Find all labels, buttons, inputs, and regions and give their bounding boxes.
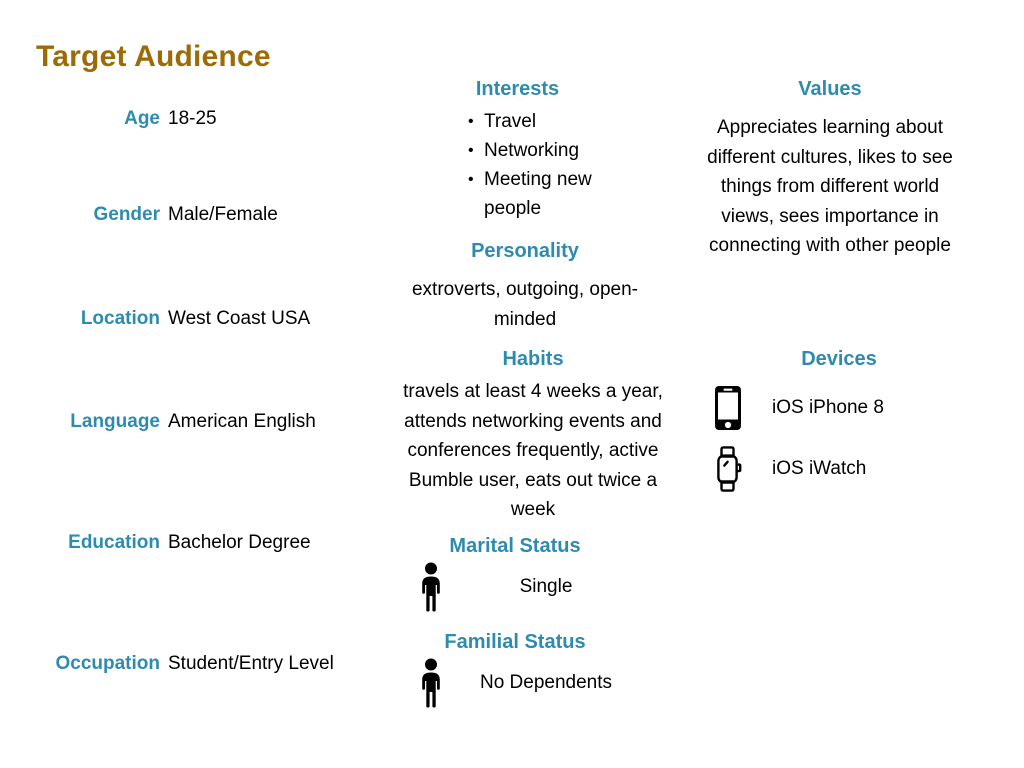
- list-item: Travel: [468, 107, 645, 136]
- interests-heading: Interests: [475, 78, 560, 100]
- habits-section: Habits travels at least 4 weeks a year, …: [388, 348, 678, 525]
- devices-section: Devices iOS iPhone 8 iOS iWatch: [700, 348, 990, 493]
- personality-text: extroverts, outgoing, open-minded: [411, 279, 639, 330]
- attribute-label-occupation: Occupation: [55, 653, 160, 674]
- familial-status-section: Familial Status No Dependents: [400, 631, 630, 708]
- familial-status-heading: Familial Status: [444, 631, 586, 653]
- list-item: Meeting new people: [468, 165, 645, 223]
- marital-status-row: Single: [400, 562, 630, 612]
- values-section: Values Appreciates learning about differ…: [700, 78, 960, 261]
- list-item: Networking: [468, 136, 645, 165]
- person-icon: [400, 562, 462, 612]
- personality-heading: Personality: [471, 240, 579, 262]
- attribute-value-age: 18-25: [168, 108, 217, 129]
- smartwatch-icon: [700, 445, 756, 493]
- habits-text: travels at least 4 weeks a year, attends…: [403, 381, 663, 520]
- attribute-row-education: Education Bachelor Degree: [20, 532, 400, 560]
- familial-status-value: No Dependents: [479, 672, 613, 694]
- attribute-value-gender: Male/Female: [168, 204, 278, 225]
- attribute-row-occupation: Occupation Student/Entry Level: [20, 653, 400, 681]
- attribute-row-age: Age 18-25: [20, 108, 400, 136]
- marital-status-section: Marital Status Single: [400, 535, 630, 612]
- attribute-row-gender: Gender Male/Female: [20, 204, 400, 232]
- attribute-value-occupation: Student/Entry Level: [168, 653, 334, 674]
- page-title: Target Audience: [36, 40, 271, 73]
- device-label-iwatch: iOS iWatch: [772, 458, 867, 479]
- attribute-value-education: Bachelor Degree: [168, 532, 311, 553]
- interests-section: Interests Travel Networking Meeting new …: [390, 78, 645, 223]
- marital-status-value: Single: [519, 576, 573, 598]
- attribute-label-gender: Gender: [93, 204, 160, 225]
- person-icon: [400, 658, 462, 708]
- device-row-iwatch: iOS iWatch: [700, 445, 990, 493]
- smartphone-icon: [700, 385, 756, 431]
- familial-status-row: No Dependents: [400, 658, 630, 708]
- device-label-iphone: iOS iPhone 8: [772, 397, 884, 418]
- device-row-iphone: iOS iPhone 8: [700, 385, 990, 431]
- habits-heading: Habits: [502, 348, 564, 370]
- interests-list: Travel Networking Meeting new people: [390, 107, 645, 223]
- attribute-row-language: Language American English: [20, 411, 400, 439]
- values-heading: Values: [798, 78, 862, 100]
- devices-heading: Devices: [801, 348, 877, 370]
- attribute-value-language: American English: [168, 411, 316, 432]
- attribute-label-language: Language: [70, 411, 160, 432]
- marital-status-heading: Marital Status: [449, 535, 581, 557]
- attribute-label-age: Age: [124, 108, 160, 129]
- attribute-value-location: West Coast USA: [168, 308, 311, 329]
- values-text: Appreciates learning about different cul…: [707, 117, 953, 256]
- slide-canvas: Target Audience Age 18-25 Gender Male/Fe…: [0, 0, 1024, 768]
- attribute-row-location: Location West Coast USA: [20, 308, 400, 336]
- attribute-label-location: Location: [80, 308, 160, 329]
- personality-section: Personality extroverts, outgoing, open-m…: [390, 240, 660, 334]
- attribute-label-education: Education: [68, 532, 160, 553]
